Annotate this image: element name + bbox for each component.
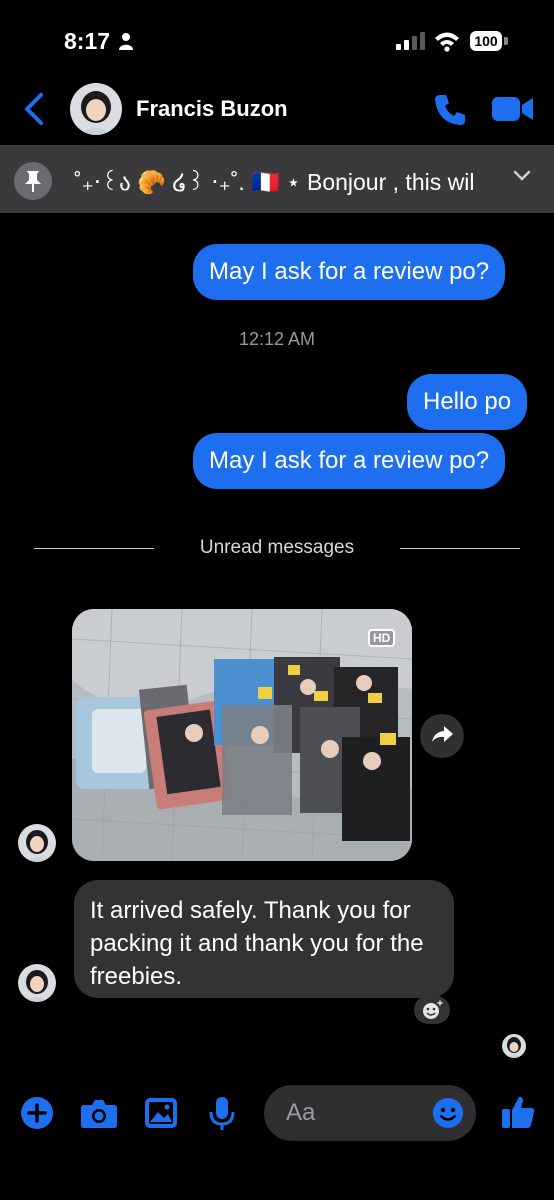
photo-message[interactable]: HD [72, 609, 412, 861]
battery-tip [504, 37, 508, 45]
microphone-icon[interactable] [208, 1096, 236, 1132]
wifi-icon [435, 32, 459, 52]
status-bar: 8:17 100 [0, 0, 554, 80]
incoming-message[interactable]: It arrived safely. Thank you for packing… [74, 880, 454, 998]
outgoing-message[interactable]: May I ask for a review po? [193, 244, 506, 300]
contact-name[interactable]: Francis Buzon [136, 96, 288, 122]
chat-header: Francis Buzon [0, 80, 554, 144]
gallery-icon[interactable] [144, 1096, 178, 1130]
chevron-down-icon[interactable] [512, 169, 532, 183]
person-icon [119, 33, 133, 50]
pin-icon-wrap [14, 162, 52, 200]
emoji-icon[interactable] [432, 1097, 464, 1129]
share-button[interactable] [420, 714, 464, 758]
back-chevron-icon[interactable] [22, 92, 46, 126]
share-arrow-icon [432, 726, 453, 742]
outgoing-message[interactable]: May I ask for a review po? [193, 433, 506, 489]
message-composer: Aa [0, 1080, 554, 1150]
video-call-icon[interactable] [492, 95, 534, 123]
status-time: 8:17 [64, 28, 111, 54]
seen-avatar [502, 1034, 526, 1058]
plus-icon[interactable] [20, 1096, 54, 1130]
outgoing-message[interactable]: Hello po [407, 374, 528, 430]
contact-avatar[interactable] [70, 83, 122, 135]
signal-icon [396, 32, 425, 50]
pinned-message-text: ˚₊‧꒰ა 🥐 ໒꒱ ‧₊˚. 🇫🇷 ⋆ Bonjour , this will [74, 169, 474, 195]
message-timestamp: 12:12 AM [238, 329, 316, 349]
camera-icon[interactable] [80, 1096, 118, 1130]
add-reaction-icon [423, 999, 444, 1019]
photocard-image [72, 609, 412, 861]
battery-level: 100 [470, 31, 502, 51]
pinned-message-banner[interactable]: ˚₊‧꒰ა 🥐 ໒꒱ ‧₊˚. 🇫🇷 ⋆ Bonjour , this will [0, 145, 554, 213]
message-input-placeholder: Aa [286, 1099, 316, 1126]
thumbs-up-icon[interactable] [500, 1094, 536, 1130]
hd-badge: HD [368, 629, 396, 647]
sender-avatar[interactable] [18, 824, 56, 862]
sender-avatar[interactable] [18, 964, 56, 1002]
message-input[interactable]: Aa [264, 1085, 476, 1141]
phone-icon[interactable] [432, 92, 468, 128]
divider-line-right [400, 548, 520, 549]
pin-icon [25, 171, 41, 192]
add-reaction-button[interactable] [414, 996, 450, 1024]
